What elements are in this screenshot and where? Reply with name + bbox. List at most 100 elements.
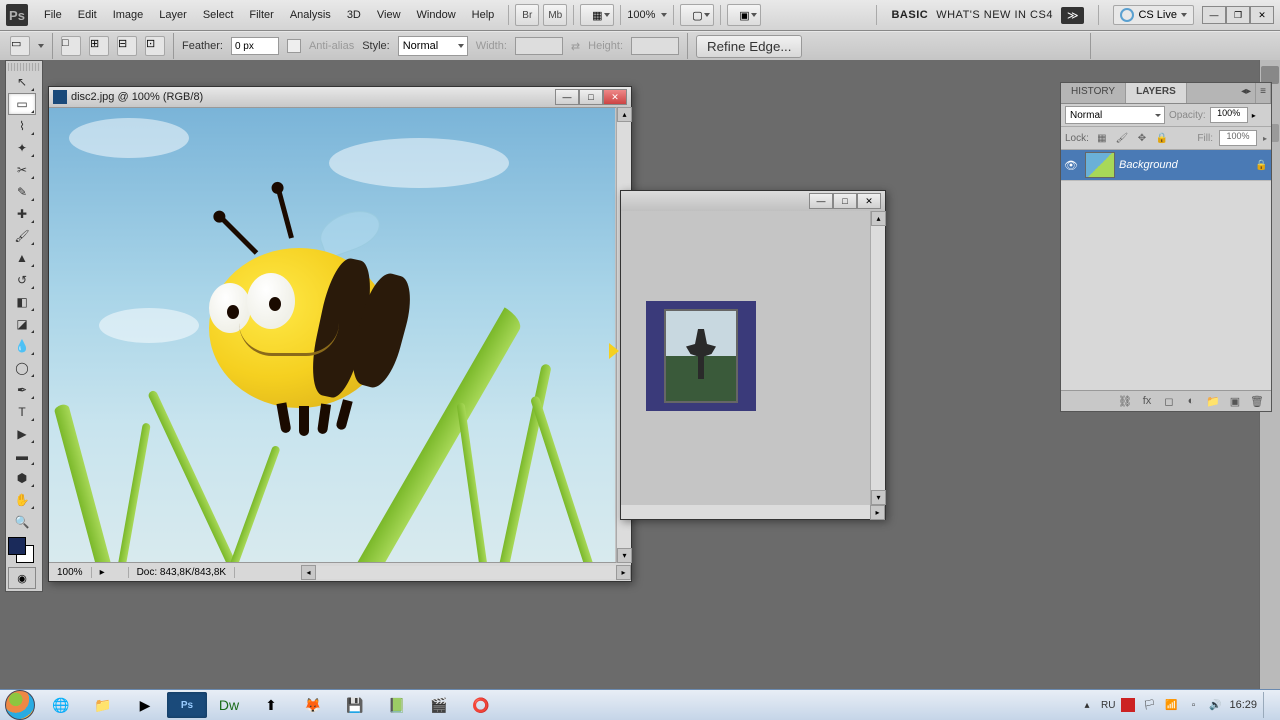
menu-select[interactable]: Select xyxy=(195,5,242,25)
panel-menu-icon[interactable]: ≡ xyxy=(1256,83,1271,103)
toolbox-grip[interactable] xyxy=(8,63,40,71)
document-titlebar[interactable]: disc2.jpg @ 100% (RGB/8) — □ ✕ xyxy=(49,87,631,108)
doc-info-icon[interactable]: ▸ xyxy=(92,567,129,578)
menu-layer[interactable]: Layer xyxy=(151,5,195,25)
secondary-canvas[interactable] xyxy=(621,211,871,505)
secondary-hscroll[interactable]: ▸ xyxy=(621,505,885,519)
opacity-flyout-icon[interactable]: ▸ xyxy=(1252,111,1256,120)
new-selection-icon[interactable]: □ xyxy=(61,36,81,56)
start-button[interactable] xyxy=(0,690,40,720)
foreground-color[interactable] xyxy=(8,537,26,555)
link-layers-icon[interactable]: ⛓ xyxy=(1117,394,1133,408)
workspace-basic[interactable]: BASIC xyxy=(891,9,928,21)
doc-maximize-button[interactable]: □ xyxy=(579,89,603,105)
move-tool[interactable]: ↖ xyxy=(8,71,36,93)
layer-row[interactable]: 👁 Background 🔒 xyxy=(1061,150,1271,181)
chevron-down-icon[interactable] xyxy=(38,44,44,48)
crop-tool[interactable]: ✂ xyxy=(8,159,36,181)
lock-all-icon[interactable]: 🔒 xyxy=(1155,131,1169,145)
menu-filter[interactable]: Filter xyxy=(241,5,281,25)
hand-tool[interactable]: ✋ xyxy=(8,489,36,511)
task-media[interactable]: ▶ xyxy=(125,692,165,718)
style-select[interactable]: Normal xyxy=(398,36,468,56)
secondary-vscroll[interactable]: ▴ ▾ xyxy=(870,211,885,505)
stamp-tool[interactable]: ▲ xyxy=(8,247,36,269)
task-app2[interactable]: 💾 xyxy=(335,692,375,718)
menu-help[interactable]: Help xyxy=(464,5,503,25)
layer-mask-icon[interactable]: ◻ xyxy=(1161,394,1177,408)
layer-style-icon[interactable]: fx xyxy=(1139,394,1155,408)
layer-name[interactable]: Background xyxy=(1119,159,1255,171)
intersect-selection-icon[interactable]: ⊡ xyxy=(145,36,165,56)
menu-view[interactable]: View xyxy=(369,5,409,25)
doc-minimize-button[interactable]: — xyxy=(555,89,579,105)
task-app3[interactable]: 📗 xyxy=(377,692,417,718)
layers-tab[interactable]: LAYERS xyxy=(1126,83,1187,103)
doc2-minimize-button[interactable]: — xyxy=(809,193,833,209)
collapse-icon[interactable]: ◂▸ xyxy=(1237,83,1256,103)
layer-thumbnail[interactable] xyxy=(1085,152,1115,178)
arrange-docs-dropdown[interactable]: ▢ xyxy=(680,4,714,26)
blur-tool[interactable]: 💧 xyxy=(8,335,36,357)
type-tool[interactable]: T xyxy=(8,401,36,423)
gradient-tool[interactable]: ◪ xyxy=(8,313,36,335)
task-app4[interactable]: 🎬 xyxy=(419,692,459,718)
menu-3d[interactable]: 3D xyxy=(339,5,369,25)
scroll-right-icon[interactable]: ▸ xyxy=(870,505,885,520)
dodge-tool[interactable]: ◯ xyxy=(8,357,36,379)
3d-tool[interactable]: ⬢ xyxy=(8,467,36,489)
menu-window[interactable]: Window xyxy=(409,5,464,25)
scroll-up-icon[interactable]: ▴ xyxy=(871,211,886,226)
secondary-titlebar[interactable]: — □ ✕ xyxy=(621,191,885,212)
horizontal-scrollbar[interactable] xyxy=(316,566,616,579)
tray-network-icon[interactable]: 📶 xyxy=(1163,697,1179,713)
lasso-tool[interactable]: ⌇ xyxy=(8,115,36,137)
add-selection-icon[interactable]: ⊞ xyxy=(89,36,109,56)
quick-mask-button[interactable]: ◉ xyxy=(8,567,36,589)
task-app[interactable]: ⬆ xyxy=(251,692,291,718)
tray-action-icon[interactable]: 🏳 xyxy=(1141,697,1157,713)
refine-edge-button[interactable]: Refine Edge... xyxy=(696,35,802,58)
subtract-selection-icon[interactable]: ⊟ xyxy=(117,36,137,56)
feather-input[interactable] xyxy=(231,37,279,55)
new-layer-icon[interactable]: ▣ xyxy=(1227,394,1243,408)
eraser-tool[interactable]: ◧ xyxy=(8,291,36,313)
doc-zoom[interactable]: 100% xyxy=(49,567,92,578)
close-button[interactable]: ✕ xyxy=(1250,6,1274,24)
menu-file[interactable]: File xyxy=(36,5,70,25)
doc2-maximize-button[interactable]: □ xyxy=(833,193,857,209)
scroll-down-icon[interactable]: ▾ xyxy=(617,548,632,563)
workspace-more-icon[interactable]: ≫ xyxy=(1061,7,1085,24)
task-dreamweaver[interactable]: Dw xyxy=(209,692,249,718)
adjustment-layer-icon[interactable]: ◐ xyxy=(1183,394,1199,408)
group-icon[interactable]: 📁 xyxy=(1205,394,1221,408)
scroll-left-icon[interactable]: ◂ xyxy=(301,565,316,580)
zoom-tool[interactable]: 🔍 xyxy=(8,511,36,533)
zoom-level-dropdown[interactable]: 100% xyxy=(627,9,667,21)
show-desktop-button[interactable] xyxy=(1263,692,1272,718)
fill-input[interactable]: 100% xyxy=(1219,130,1257,146)
menu-analysis[interactable]: Analysis xyxy=(282,5,339,25)
minimize-button[interactable]: — xyxy=(1202,6,1226,24)
minibridge-icon[interactable]: Mb xyxy=(543,4,567,26)
language-indicator[interactable]: RU xyxy=(1101,700,1115,711)
history-brush-tool[interactable]: ↺ xyxy=(8,269,36,291)
task-photoshop[interactable]: Ps xyxy=(167,692,207,718)
tray-icon[interactable]: ▫ xyxy=(1185,697,1201,713)
lock-pixels-icon[interactable]: 🖌 xyxy=(1115,131,1129,145)
task-firefox[interactable]: 🦊 xyxy=(293,692,333,718)
brush-tool[interactable]: 🖌 xyxy=(8,225,36,247)
opacity-input[interactable]: 100% xyxy=(1210,107,1248,123)
tray-icon[interactable] xyxy=(1121,698,1135,712)
doc2-close-button[interactable]: ✕ xyxy=(857,193,881,209)
lock-position-icon[interactable]: ✥ xyxy=(1135,131,1149,145)
view-extras-dropdown[interactable]: ▦ xyxy=(580,4,614,26)
menu-edit[interactable]: Edit xyxy=(70,5,105,25)
task-chrome[interactable]: ⭕ xyxy=(461,692,501,718)
task-ie[interactable]: 🌐 xyxy=(41,692,81,718)
visibility-icon[interactable]: 👁 xyxy=(1061,159,1081,172)
doc-close-button[interactable]: ✕ xyxy=(603,89,627,105)
scroll-up-icon[interactable]: ▴ xyxy=(617,107,632,122)
scroll-right-icon[interactable]: ▸ xyxy=(616,565,631,580)
document-canvas[interactable] xyxy=(49,108,615,562)
